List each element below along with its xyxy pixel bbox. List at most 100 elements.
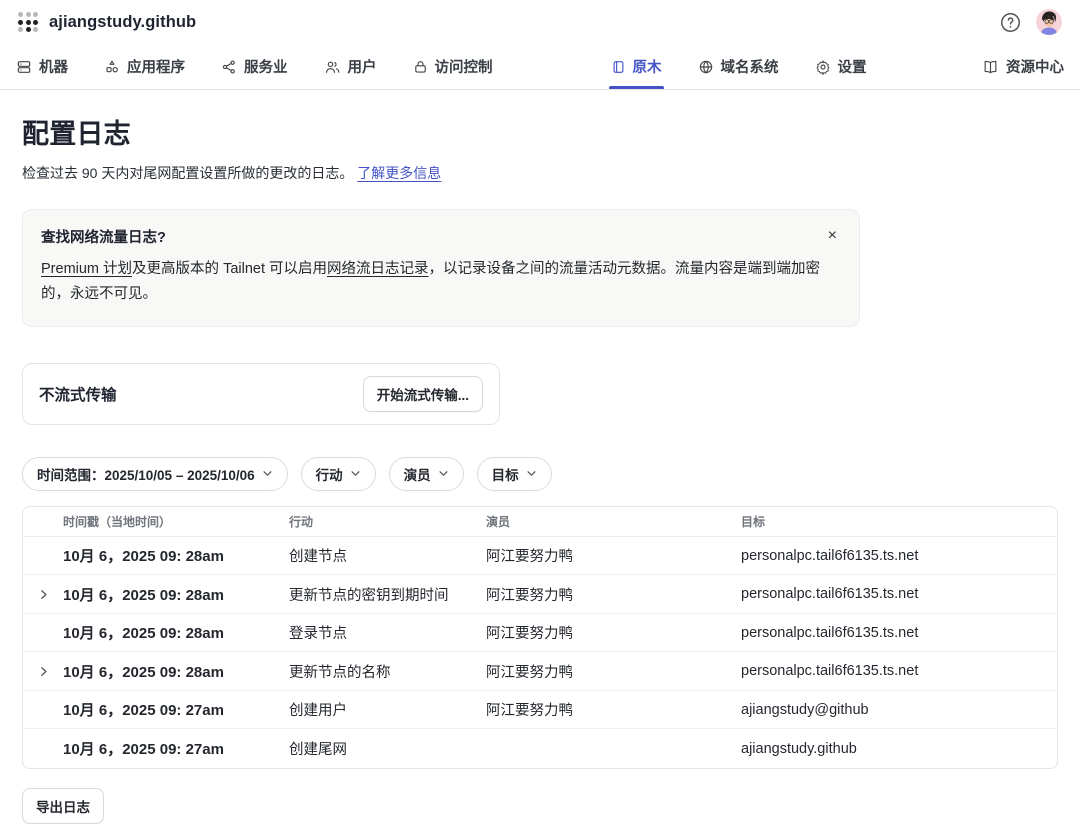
target-filter[interactable]: 目标	[477, 457, 552, 491]
main-nav: 机器 应用程序 服务业 用户 访问控制 原木 域名系统 设置	[0, 44, 1080, 90]
log-timestamp: 10月 6，2025 09: 28am	[63, 584, 289, 605]
row-expand-chevron-icon[interactable]	[23, 589, 63, 600]
col-timestamp: 时间戳（当地时间）	[63, 513, 289, 530]
log-action: 创建节点	[289, 545, 486, 566]
time-range-label: 时间范围：2025/10/05 – 2025/10/06	[37, 464, 255, 484]
globe-icon	[698, 59, 714, 75]
log-timestamp: 10月 6，2025 09: 27am	[63, 738, 289, 759]
log-action: 更新节点的密钥到期时间	[289, 584, 486, 605]
premium-plan-link[interactable]: Premium 计划	[41, 261, 132, 277]
action-filter[interactable]: 行动	[301, 457, 376, 491]
lock-icon	[413, 59, 428, 75]
nav-item-logs[interactable]: 原木	[611, 44, 662, 89]
nav-item-services[interactable]: 服务业	[221, 44, 288, 89]
log-actor: 阿江要努力鸭	[486, 699, 741, 720]
nav-label-apps: 应用程序	[127, 56, 185, 77]
col-action: 行动	[289, 513, 486, 530]
streaming-status: 不流式传输	[39, 383, 117, 405]
col-actor: 演员	[486, 513, 741, 530]
chevron-down-icon	[526, 468, 537, 479]
table-row[interactable]: 10月 6，2025 09: 28am更新节点的名称阿江要努力鸭personal…	[23, 652, 1057, 691]
services-icon	[221, 59, 237, 75]
table-header-row: 时间戳（当地时间） 行动 演员 目标	[23, 507, 1057, 537]
log-target: personalpc.tail6f6135.ts.net	[741, 625, 1057, 641]
nav-label-logs: 原木	[633, 56, 662, 77]
nav-item-machines[interactable]: 机器	[16, 44, 68, 89]
log-table-body: 10月 6，2025 09: 28am创建节点阿江要努力鸭personalpc.…	[23, 537, 1057, 768]
table-row: 10月 6，2025 09: 27am创建用户阿江要努力鸭ajiangstudy…	[23, 691, 1057, 730]
log-timestamp: 10月 6，2025 09: 28am	[63, 661, 289, 682]
table-row[interactable]: 10月 6，2025 09: 28am更新节点的密钥到期时间阿江要努力鸭pers…	[23, 575, 1057, 614]
table-row: 10月 6，2025 09: 27am创建尾网 ajiangstudy.githu…	[23, 729, 1057, 768]
streaming-status-card: 不流式传输 开始流式传输...	[22, 363, 500, 425]
log-actor: 阿江要努力鸭	[486, 545, 741, 566]
help-icon[interactable]	[998, 10, 1022, 34]
subtitle-text: 检查过去 90 天内对尾网配置设置所做的更改的日志。	[22, 165, 353, 181]
log-filters: 时间范围：2025/10/05 – 2025/10/06 行动 演员 目标	[22, 457, 1058, 491]
nav-item-users[interactable]: 用户	[324, 44, 377, 89]
config-log-table: 时间戳（当地时间） 行动 演员 目标 10月 6，2025 09: 28am创建…	[22, 506, 1058, 769]
logs-icon	[611, 59, 626, 75]
chevron-down-icon	[350, 468, 361, 479]
log-actor: 阿江要努力鸭	[486, 584, 741, 605]
start-streaming-button[interactable]: 开始流式传输...	[363, 376, 483, 412]
log-action: 创建用户	[289, 699, 486, 720]
log-timestamp: 10月 6，2025 09: 27am	[63, 699, 289, 720]
users-icon	[324, 59, 341, 75]
page-subtitle: 检查过去 90 天内对尾网配置设置所做的更改的日志。 了解更多信息	[22, 163, 1058, 183]
user-avatar[interactable]	[1036, 9, 1062, 35]
nav-label-services: 服务业	[244, 56, 288, 77]
actor-filter-label: 演员	[404, 464, 431, 484]
machines-icon	[16, 59, 32, 75]
banner-body: Premium 计划及更高版本的 Tailnet 可以启用网络流日志记录，以记录…	[41, 257, 831, 308]
nav-item-apps[interactable]: 应用程序	[104, 44, 185, 89]
banner-text-1: 及更高版本的 Tailnet 可以启用	[132, 261, 327, 277]
time-range-filter[interactable]: 时间范围：2025/10/05 – 2025/10/06	[22, 457, 288, 491]
topbar: ajiangstudy.github	[0, 0, 1080, 44]
tailnet-switcher[interactable]: ajiangstudy.github	[18, 12, 196, 32]
log-action: 更新节点的名称	[289, 661, 486, 682]
network-flow-logging-link[interactable]: 网络流日志记录	[327, 261, 429, 277]
table-row: 10月 6，2025 09: 28am创建节点阿江要努力鸭personalpc.…	[23, 537, 1057, 576]
table-row: 10月 6，2025 09: 28am登录节点阿江要努力鸭personalpc.…	[23, 614, 1057, 653]
log-action: 登录节点	[289, 622, 486, 643]
nav-label-resource-center: 资源中心	[1006, 56, 1064, 77]
col-target: 目标	[741, 513, 1057, 530]
row-expand-chevron-icon[interactable]	[23, 666, 63, 677]
log-target: ajiangstudy@github	[741, 702, 1057, 718]
target-filter-label: 目标	[492, 464, 519, 484]
log-actor: 阿江要努力鸭	[486, 622, 741, 643]
log-action: 创建尾网	[289, 738, 486, 759]
nav-label-settings: 设置	[838, 56, 867, 77]
gear-icon	[815, 59, 831, 75]
log-target: personalpc.tail6f6135.ts.net	[741, 548, 1057, 564]
close-icon[interactable]: ×	[824, 226, 841, 246]
log-actor: 阿江要努力鸭	[486, 661, 741, 682]
log-target: personalpc.tail6f6135.ts.net	[741, 586, 1057, 602]
chevron-down-icon	[262, 468, 273, 479]
chevron-down-icon	[438, 468, 449, 479]
page-title: 配置日志	[22, 112, 1058, 151]
tailscale-logo-icon	[18, 12, 38, 32]
apps-icon	[104, 59, 120, 75]
nav-label-access-controls: 访问控制	[435, 56, 493, 77]
actor-filter[interactable]: 演员	[389, 457, 464, 491]
action-filter-label: 行动	[316, 464, 343, 484]
tailnet-name: ajiangstudy.github	[49, 13, 196, 32]
log-target: personalpc.tail6f6135.ts.net	[741, 663, 1057, 679]
nav-item-settings[interactable]: 设置	[815, 44, 867, 89]
nav-label-access: 用户	[348, 56, 377, 77]
log-target: ajiangstudy.github	[741, 741, 1057, 757]
open-book-icon	[982, 59, 999, 75]
nav-label-machines: 机器	[39, 56, 68, 77]
nav-label-dns: 域名系统	[721, 56, 779, 77]
learn-more-link[interactable]: 了解更多信息	[357, 165, 441, 181]
banner-title: 查找网络流量日志?	[41, 226, 166, 247]
nav-item-access-controls[interactable]: 访问控制	[413, 44, 493, 89]
log-timestamp: 10月 6，2025 09: 28am	[63, 545, 289, 566]
nav-item-dns[interactable]: 域名系统	[698, 44, 779, 89]
log-timestamp: 10月 6，2025 09: 28am	[63, 622, 289, 643]
export-logs-button[interactable]: 导出日志	[22, 788, 104, 824]
network-flow-logs-banner: 查找网络流量日志? × Premium 计划及更高版本的 Tailnet 可以启…	[22, 209, 860, 327]
nav-item-resource-center[interactable]: 资源中心	[982, 44, 1064, 89]
